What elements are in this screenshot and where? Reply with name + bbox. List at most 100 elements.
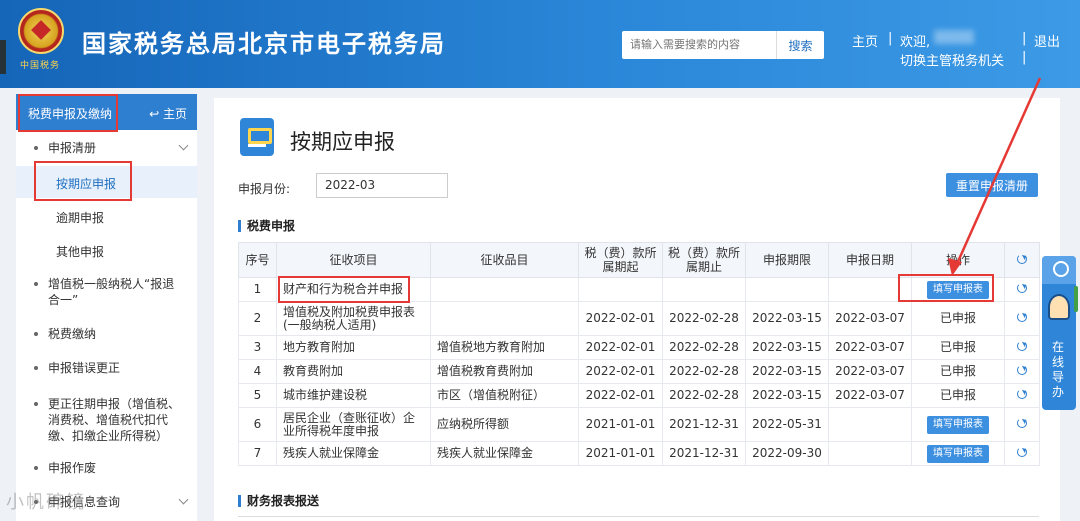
window-edge-strip [0, 40, 6, 74]
column-header: 税（费）款所属期止 [662, 242, 746, 278]
cell-refresh [1004, 301, 1040, 336]
cell-date: 2022-03-07 [828, 383, 912, 408]
column-header: 申报期限 [745, 242, 829, 278]
table-header-row: 序号 征收项目 征收品目 税（费）款所属期起 税（费）款所属期止 申报期限 申报… [238, 242, 1040, 278]
refresh-icon[interactable] [1017, 447, 1027, 457]
search-input[interactable] [622, 31, 776, 59]
sidebar-item-label: 更正往期申报（增值税、消费税、增值税代扣代缴、扣缴企业所得税） [48, 397, 181, 443]
cell-no: 2 [238, 301, 277, 336]
sidebar-item-void-declaration[interactable]: 申报作废 [16, 460, 197, 480]
cell-deadline: 2022-09-30 [745, 441, 829, 466]
sidebar-item-declaration-list[interactable]: 申报清册 [16, 140, 197, 160]
cell-no: 5 [238, 383, 277, 408]
cell-end [662, 277, 746, 302]
watermark: 小帆碎镜 [6, 492, 86, 513]
sidebar-item-label: 其他申报 [56, 245, 105, 259]
cell-end: 2022-02-28 [662, 301, 746, 336]
user-icon[interactable] [1042, 256, 1076, 284]
cell-deadline: 2022-03-15 [745, 383, 829, 408]
month-field[interactable]: 2022-03 [316, 173, 448, 198]
cell-item: 城市维护建设税 [276, 383, 431, 408]
reset-declaration-list-button[interactable]: 重置申报清册 [946, 173, 1038, 197]
refresh-icon[interactable] [1017, 418, 1027, 428]
table-row: 6 居民企业（查账征收）企业所得税年度申报 应纳税所得额 2021-01-01 2021… [238, 407, 1040, 442]
table-row: 5 城市维护建设税 市区（增值税附征） 2022-02-01 2022-02-28 202… [238, 383, 1040, 408]
declared-status: 已申报 [939, 311, 976, 325]
cell-refresh [1004, 383, 1040, 408]
sidebar-item-label: 申报清册 [48, 141, 97, 155]
cell-item: 残疾人就业保障金 [276, 441, 431, 466]
cell-sub [430, 277, 579, 302]
cell-end: 2022-02-28 [662, 383, 746, 408]
cell-action: 填写申报表 [911, 407, 1005, 442]
sidebar-item-label: 申报错误更正 [48, 361, 121, 375]
switch-authority-link[interactable]: 切换主管税务机关 [900, 50, 1004, 69]
cell-date: 2022-03-07 [828, 301, 912, 336]
bullet-icon [34, 282, 38, 286]
search-button[interactable]: 搜索 [776, 31, 824, 59]
refresh-icon[interactable] [1017, 312, 1027, 322]
cell-start: 2021-01-01 [578, 407, 663, 442]
cell-date [828, 407, 912, 442]
cell-no: 7 [238, 441, 277, 466]
chevron-up-icon[interactable] [178, 140, 189, 151]
cell-deadline: 2022-03-15 [745, 359, 829, 384]
highlight-box-sidebar-title [18, 94, 118, 132]
column-header: 序号 [238, 242, 277, 278]
cell-refresh [1004, 277, 1040, 302]
cell-start: 2022-02-01 [578, 301, 663, 336]
cell-action: 填写申报表 [911, 441, 1005, 466]
blurred-username [934, 30, 974, 44]
home-link[interactable]: 主页 [852, 31, 878, 50]
refresh-icon[interactable] [1017, 341, 1027, 351]
sidebar-item-vat-refund[interactable]: 增值税一般纳税人“报退合一” [16, 276, 197, 310]
welcome-text: 欢迎, [900, 35, 931, 50]
cell-date [828, 441, 912, 466]
sidebar-item-error-correction[interactable]: 申报错误更正 [16, 360, 197, 380]
cell-no: 3 [238, 335, 277, 360]
cell-no: 4 [238, 359, 277, 384]
cell-sub: 残疾人就业保障金 [430, 441, 579, 466]
site-title: 国家税务总局北京市电子税务局 [82, 30, 446, 58]
cell-refresh [1004, 335, 1040, 360]
logout-link[interactable]: 退出 [1034, 31, 1060, 50]
cell-start [578, 277, 663, 302]
refresh-icon[interactable] [1017, 283, 1027, 293]
cell-no: 6 [238, 407, 277, 442]
table-row: 3 地方教育附加 增值税地方教育附加 2022-02-01 2022-02-28 2022… [238, 335, 1040, 360]
cell-item: 教育费附加 [276, 359, 431, 384]
refresh-header-cell[interactable] [1004, 242, 1040, 278]
online-guide-label: 在线导办 [1052, 340, 1065, 399]
cell-end: 2021-12-31 [662, 441, 746, 466]
cell-date: 2022-03-07 [828, 335, 912, 360]
cell-deadline: 2022-03-15 [745, 335, 829, 360]
cell-deadline [745, 277, 829, 302]
sidebar-item-tax-payment[interactable]: 税费缴纳 [16, 326, 197, 346]
sidebar-item-overdue-declaration[interactable]: 逾期申报 [16, 200, 197, 232]
cell-sub: 应纳税所得额 [430, 407, 579, 442]
cell-refresh [1004, 441, 1040, 466]
tax-emblem-logo [18, 8, 64, 54]
table-row: 4 教育费附加 增值税教育费附加 2022-02-01 2022-02-28 2022-0… [238, 359, 1040, 384]
cell-action: 已申报 [911, 359, 1005, 384]
refresh-icon[interactable] [1017, 365, 1027, 375]
cell-item: 增值税及附加税费申报表(一般纳税人适用) [276, 301, 431, 336]
refresh-icon[interactable] [1017, 389, 1027, 399]
sidebar-home-link[interactable]: ↩ 主页 [149, 105, 187, 122]
emblem-caption: 中国税务 [20, 61, 61, 71]
cell-sub: 增值税教育费附加 [430, 359, 579, 384]
scroll-indicator[interactable] [1074, 286, 1078, 312]
bullet-icon [34, 366, 38, 370]
fill-declaration-button[interactable]: 填写申报表 [927, 444, 989, 463]
chevron-down-icon[interactable] [178, 494, 189, 505]
table-row: 2 增值税及附加税费申报表(一般纳税人适用) 2022-02-01 2022-02-2… [238, 301, 1040, 336]
header-separator: | [1022, 50, 1027, 65]
sidebar-item-other-declaration[interactable]: 其他申报 [16, 234, 197, 266]
cell-no: 1 [238, 277, 277, 302]
refresh-icon[interactable] [1017, 254, 1027, 264]
fill-declaration-button[interactable]: 填写申报表 [927, 415, 989, 434]
column-header: 操作 [911, 242, 1005, 278]
sidebar-item-past-correction[interactable]: 更正往期申报（增值税、消费税、增值税代扣代缴、扣缴企业所得税） [16, 396, 197, 448]
cell-action: 已申报 [911, 335, 1005, 360]
cell-action: 已申报 [911, 301, 1005, 336]
